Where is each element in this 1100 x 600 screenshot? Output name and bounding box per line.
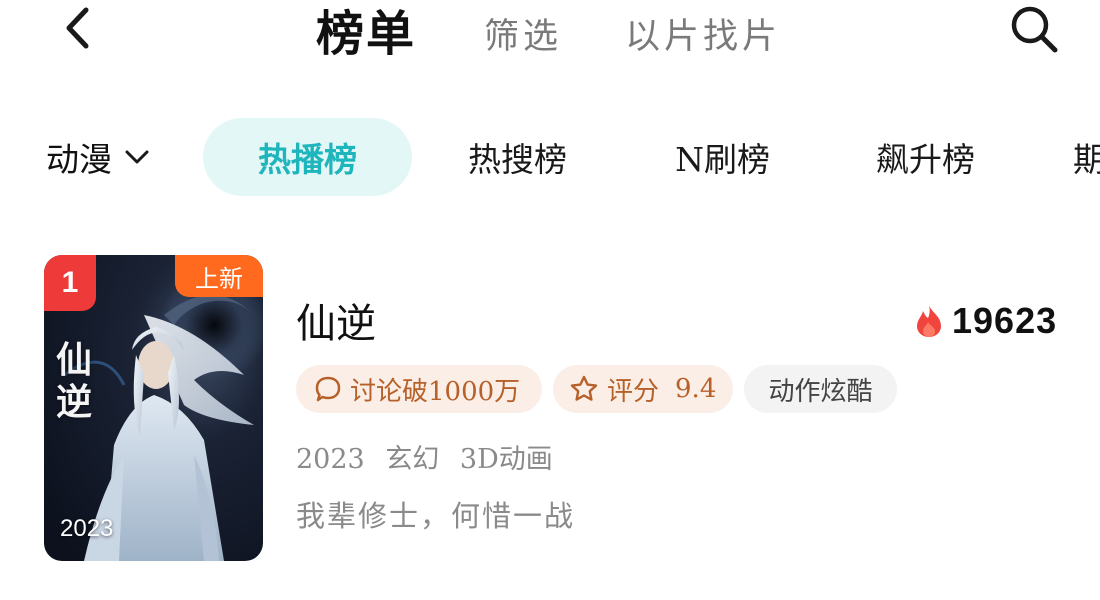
tab-filter[interactable]: 筛选 (484, 6, 562, 60)
poster-image[interactable]: 仙逆 1 上新 2023 (44, 255, 263, 561)
category-selector[interactable]: 动漫 (46, 118, 150, 196)
new-badge: 上新 (175, 255, 263, 297)
list-item[interactable]: 仙逆 1 上新 2023 仙逆 19623 讨论破1000万 评分 9.4 动作… (0, 255, 1100, 565)
tab-hot-search[interactable]: 热搜榜 (440, 118, 595, 196)
item-description: 我辈修士，何惜一战 (296, 499, 576, 533)
rating-value: 9.4 (675, 374, 717, 404)
ranking-page: 榜单 筛选 以片找片 动漫 热播榜 热搜榜 N刷榜 飙升榜 期 仙逆 1 上新 … (0, 0, 1100, 600)
back-button[interactable] (55, 6, 99, 50)
comment-icon (315, 376, 341, 402)
item-title[interactable]: 仙逆 (296, 291, 376, 349)
search-icon (1011, 6, 1058, 53)
tab-ranking[interactable]: 榜单 (316, 2, 416, 62)
tab-hot-play[interactable]: 热播榜 (203, 118, 412, 196)
genre-tag[interactable]: 动作炫酷 (744, 365, 897, 413)
category-bar: 动漫 热播榜 热搜榜 N刷榜 飙升榜 期 (0, 118, 1100, 196)
rating-label: 评分 (607, 376, 660, 407)
item-meta: 2023 玄幻 3D动画 (296, 437, 565, 476)
meta-format: 3D动画 (459, 444, 553, 475)
top-bar: 榜单 筛选 以片找片 (0, 0, 1100, 62)
heat-value: 19623 (952, 300, 1058, 341)
tab-n-rewatch[interactable]: N刷榜 (645, 118, 800, 196)
tab-rising[interactable]: 飙升榜 (848, 118, 1003, 196)
discussion-tag[interactable]: 讨论破1000万 (296, 365, 542, 413)
meta-year: 2023 (296, 444, 365, 475)
star-icon (570, 375, 598, 401)
category-selector-label: 动漫 (46, 140, 112, 179)
chevron-down-icon (125, 150, 149, 164)
search-button[interactable] (1004, 2, 1064, 56)
poster-year: 2023 (60, 515, 114, 542)
tab-partial[interactable]: 期 (1073, 118, 1100, 196)
meta-genre: 玄幻 (385, 444, 440, 475)
heat-score: 19623 (914, 299, 1057, 343)
flame-icon (917, 305, 941, 337)
tab-find-similar[interactable]: 以片找片 (625, 6, 781, 60)
rank-badge: 1 (44, 255, 96, 311)
chevron-left-icon (66, 7, 89, 49)
discussion-label: 讨论破1000万 (350, 376, 521, 407)
rating-tag[interactable]: 评分 9.4 (553, 365, 733, 413)
poster-title-art: 仙逆 (56, 339, 93, 423)
